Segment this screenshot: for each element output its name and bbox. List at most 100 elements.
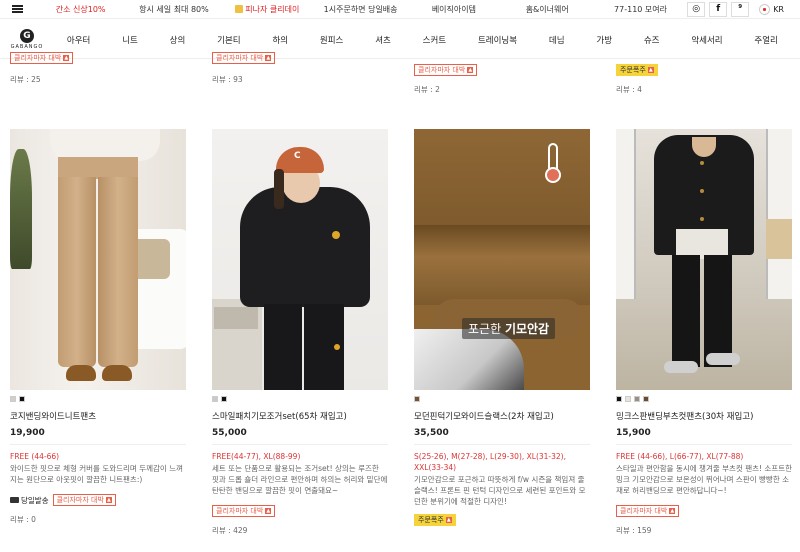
product-card[interactable]: C 스마일패치기모조거set(65차 재입고) 55,000 FREE(44-7… [212,129,388,536]
instagram-icon[interactable]: ◎ [687,1,706,17]
product-price: 19,900 [10,428,45,438]
image-caption: 포근한 기모안감 [462,318,556,339]
divider [10,444,186,445]
best-seller-badge: 주문폭주 ▲ [616,64,658,76]
color-swatch[interactable] [19,396,25,402]
language-label: KR [773,4,784,14]
product-image[interactable]: 포근한 기모안감 [414,129,590,390]
nav-item-bottom[interactable]: 하의 [272,34,288,46]
review-count: 리뷰 : 429 [212,526,248,535]
same-day-shipping-badge: 당일발송 [10,494,49,506]
color-swatch[interactable] [414,396,420,402]
product-name[interactable]: 코지밴딩와이드니트팬츠 [10,410,186,422]
product-image[interactable]: C [212,129,388,390]
partial-product-1: 클리자마자 대박 ▲ 리뷰 : 25 [10,52,188,85]
social-links: ◎ f ⁹ [687,1,750,17]
promo-link-plus-size[interactable]: 77-110 모여라 [594,4,687,15]
product-description: 와이드한 핏으로 체형 커버를 도와드리며 두께감이 느껴지는 원단으로 아웃핏… [10,464,184,484]
hot-badge: 클리자마자 대박 ▲ [414,64,478,76]
color-swatch[interactable] [10,396,16,402]
product-price: 15,900 [616,428,651,438]
partial-product-3: 클리자마자 대박 ▲ 리뷰 : 2 [414,64,592,95]
promo-link-new[interactable]: 간소 신상10% [34,4,127,15]
nav-item-skirt[interactable]: 스커트 [423,34,446,46]
nav-item-knit[interactable]: 니트 [122,34,138,46]
nav-item-denim[interactable]: 데님 [549,34,565,46]
color-swatch[interactable] [212,396,218,402]
promo-link-holiday[interactable]: 피나자 클리데이 [221,4,314,15]
nav-item-outer[interactable]: 아우터 [67,34,90,46]
nav-item-accessory[interactable]: 악세서리 [691,34,722,46]
kakao-icon[interactable]: ⁹ [731,1,750,17]
product-image[interactable] [616,129,792,390]
divider [414,444,590,445]
product-card[interactable]: 밍크스판밴딩부츠컷팬츠(30차 재입고) 15,900 FREE (44-66)… [616,129,792,536]
size-info: FREE (44-66), L(66-77), XL(77-88) [616,452,744,461]
hot-badge: 클리자마자 대박 ▲ [10,52,74,64]
truck-icon [10,497,19,503]
color-swatch[interactable] [625,396,631,402]
product-card[interactable]: 포근한 기모안감 모던핀턱기모와이드슬랙스(2차 재입고) 35,500 S(2… [414,129,590,526]
nav-item-jewelry[interactable]: 주얼리 [754,34,777,46]
color-swatches [212,396,388,402]
review-count: 리뷰 : 2 [414,85,440,94]
category-menu: 아우터 니트 상의 기본티 하의 원피스 셔츠 스커트 트레이닝복 데님 가방 … [51,34,800,46]
cap-logo: C [294,151,301,161]
menu-icon[interactable] [0,0,34,19]
product-description: 스타일과 편안함을 동시에 챙겨줄 부츠컷 팬츠! 소프트한 밍크 기모안감으로… [616,464,793,495]
logo[interactable]: G GABANGO [3,29,51,50]
product-card[interactable]: 코지밴딩와이드니트팬츠 19,900 FREE (44-66) 와이드한 핏으로… [10,129,186,525]
size-info: FREE (44-66) [10,452,60,461]
best-seller-badge: 주문폭주 ▲ [414,514,456,526]
product-name[interactable]: 모던핀턱기모와이드슬랙스(2차 재입고) [414,410,590,422]
color-swatches [414,396,590,402]
hot-badge: 클리자마자 대박 ▲ [212,52,276,64]
nav-item-top[interactable]: 상의 [170,34,186,46]
color-swatch[interactable] [221,396,227,402]
language-selector[interactable]: KR [759,3,784,15]
product-name[interactable]: 스마일패치기모조거set(65차 재입고) [212,410,388,422]
promo-link-same-day[interactable]: 1시주문하면 당일배송 [314,4,407,15]
gift-icon [235,4,244,13]
promo-links: 간소 신상10% 항시 세일 최대 80% 피나자 클리데이 1시주문하면 당일… [34,4,687,15]
review-count: 리뷰 : 0 [10,515,36,524]
hot-badge: 클리자마자 대박 ▲ [616,505,680,517]
nav-item-shirt[interactable]: 셔츠 [375,34,391,46]
product-description: 기모안감으로 포근하고 따뜻하게 f/w 시즌을 책임져 줄 슬랙스! 프론트 … [414,475,586,506]
product-price: 55,000 [212,428,247,438]
review-count: 리뷰 : 93 [212,75,243,84]
product-price: 35,500 [414,428,449,438]
product-description: 세트 또는 단품으로 활용되는 조거set! 상의는 루즈한 핏과 드롭 숄더 … [212,464,388,495]
color-swatches [616,396,792,402]
color-swatch[interactable] [643,396,649,402]
hot-badge: 클리자마자 대박 ▲ [212,505,276,517]
color-swatches [10,396,186,402]
partial-product-2: 클리자마자 대박 ▲ 리뷰 : 93 [212,52,390,85]
logo-text: GABANGO [10,44,44,50]
promo-link-home[interactable]: 홈&이너웨어 [501,4,594,15]
facebook-icon[interactable]: f [709,1,728,17]
product-image[interactable] [10,129,186,390]
nav-item-dress[interactable]: 원피스 [320,34,343,46]
color-swatch[interactable] [616,396,622,402]
nav-item-basic-tee[interactable]: 기본티 [217,34,240,46]
nav-item-shoes[interactable]: 슈즈 [644,34,660,46]
color-swatch[interactable] [634,396,640,402]
divider [616,444,792,445]
review-count: 리뷰 : 25 [10,75,41,84]
divider [212,444,388,445]
product-name[interactable]: 밍크스판밴딩부츠컷팬츠(30차 재입고) [616,410,792,422]
logo-mark: G [20,29,34,43]
size-info: S(25-26), M(27-28), L(29-30), XL(31-32),… [414,452,566,472]
review-count: 리뷰 : 4 [616,85,642,94]
promo-link-basic[interactable]: 베이직아이템 [407,4,500,15]
size-info: FREE(44-77), XL(88-99) [212,452,301,461]
review-count: 리뷰 : 159 [616,526,652,535]
promo-link-sale[interactable]: 항시 세일 최대 80% [127,4,220,15]
korea-flag-icon [759,3,771,15]
top-promo-bar: 간소 신상10% 항시 세일 최대 80% 피나자 클리데이 1시주문하면 당일… [0,0,800,19]
nav-item-bag[interactable]: 가방 [596,34,612,46]
partial-product-4: 주문폭주 ▲ 리뷰 : 4 [616,64,794,95]
hot-badge: 클리자마자 대박 ▲ [52,494,116,506]
nav-item-training[interactable]: 트레이닝복 [478,34,517,46]
